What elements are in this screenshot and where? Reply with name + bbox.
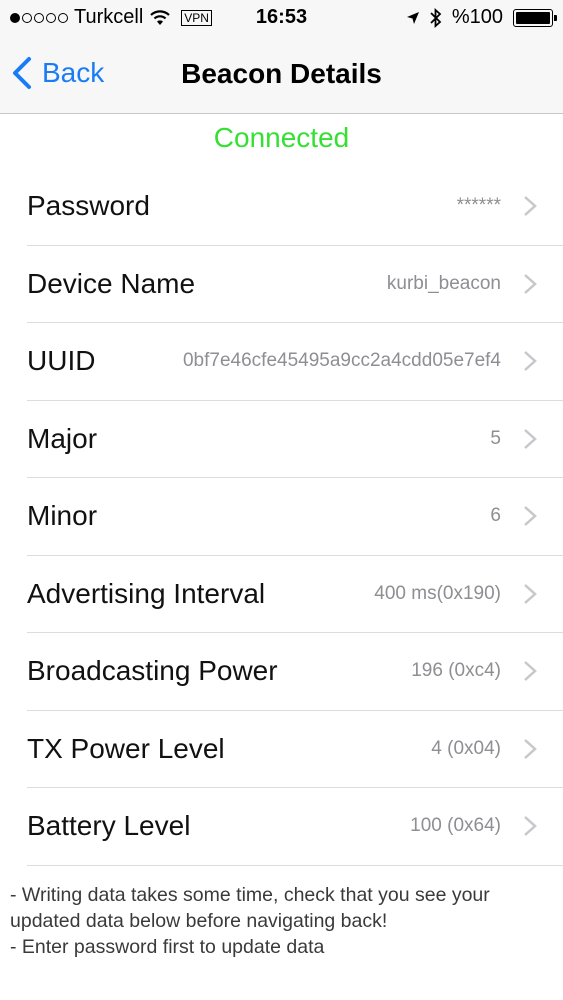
row-value: 6 [490, 505, 501, 527]
bluetooth-icon [430, 7, 442, 28]
row-label: Device Name [27, 267, 196, 299]
row-broadcasting-power[interactable]: Broadcasting Power 196 (0xc4) [27, 633, 563, 711]
row-value: kurbi_beacon [386, 272, 501, 294]
chevron-right-icon [524, 506, 537, 527]
location-arrow-icon [406, 11, 419, 24]
row-label: Major [27, 422, 98, 454]
status-right: %100 [406, 6, 557, 29]
chevron-right-icon [524, 583, 537, 604]
row-value: 4 (0x04) [431, 737, 501, 759]
navigation-bar: Back Beacon Details [0, 38, 563, 114]
row-battery-level[interactable]: Battery Level 100 (0x64) [27, 788, 563, 866]
row-password[interactable]: Password ****** [27, 168, 563, 246]
row-value: 196 (0xc4) [411, 660, 501, 682]
row-device-name[interactable]: Device Name kurbi_beacon [27, 246, 563, 323]
note-enter-password: - Enter password first to update data [10, 936, 325, 958]
row-label: Minor [27, 500, 98, 532]
row-value: 5 [490, 427, 501, 449]
row-uuid[interactable]: UUID 0bf7e46cfe45495a9cc2a4cdd05e7ef4 [27, 323, 563, 401]
chevron-right-icon [524, 273, 537, 294]
row-label: Broadcasting Power [27, 655, 278, 687]
battery-icon [513, 8, 557, 27]
row-minor[interactable]: Minor 6 [27, 478, 563, 556]
row-label: Advertising Interval [27, 577, 266, 609]
row-label: Password [27, 190, 150, 222]
chevron-right-icon [524, 351, 537, 372]
row-value: 100 (0x64) [410, 815, 501, 837]
row-label: UUID [27, 345, 96, 377]
connection-status: Connected [213, 122, 350, 153]
row-value: 400 ms(0x190) [374, 582, 501, 604]
chevron-right-icon [524, 428, 537, 449]
row-label: Battery Level [27, 810, 191, 842]
row-tx-power-level[interactable]: TX Power Level 4 (0x04) [27, 711, 563, 788]
row-advertising-interval[interactable]: Advertising Interval 400 ms(0x190) [27, 556, 563, 633]
row-label: TX Power Level [27, 732, 225, 764]
help-notes: - Writing data takes some time, check th… [10, 882, 558, 960]
chevron-right-icon [524, 196, 537, 217]
row-value: 0bf7e46cfe45495a9cc2a4cdd05e7ef4 [182, 350, 501, 372]
note-writing-data: - Writing data takes some time, check th… [10, 884, 490, 932]
row-major[interactable]: Major 5 [27, 401, 563, 478]
beacon-settings-list: Password ****** Device Name kurbi_beacon… [0, 168, 563, 866]
battery-percentage: %100 [451, 6, 503, 28]
chevron-right-icon [524, 738, 537, 759]
status-bar: Turkcell VPN 16:53 %100 [0, 0, 563, 38]
chevron-right-icon [524, 661, 537, 682]
row-value: ****** [456, 195, 501, 217]
chevron-right-icon [524, 816, 537, 837]
page-title: Beacon Details [181, 58, 382, 89]
